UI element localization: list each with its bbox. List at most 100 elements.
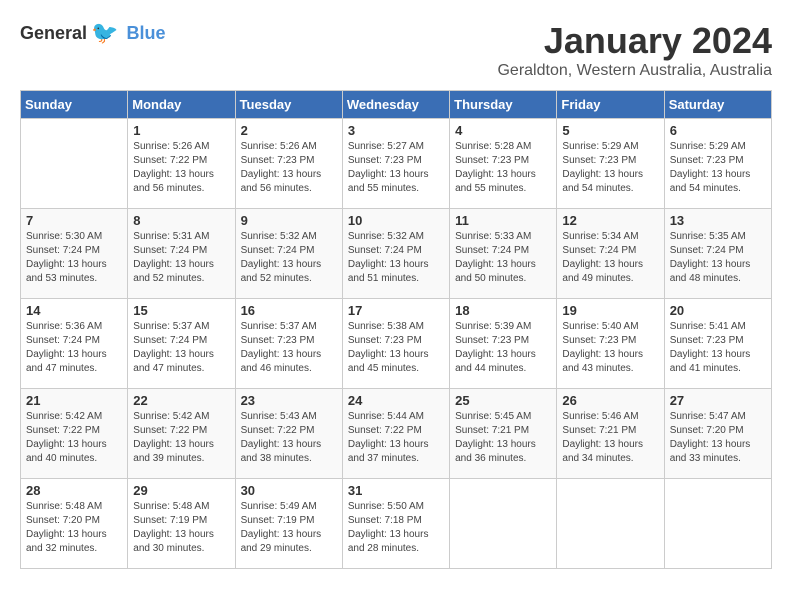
- day-number: 21: [26, 393, 122, 408]
- calendar-cell: 11 Sunrise: 5:33 AM Sunset: 7:24 PM Dayli…: [450, 209, 557, 299]
- location-subtitle: Geraldton, Western Australia, Australia: [497, 62, 772, 80]
- calendar-cell: 5 Sunrise: 5:29 AM Sunset: 7:23 PM Daylig…: [557, 119, 664, 209]
- calendar-cell: 14 Sunrise: 5:36 AM Sunset: 7:24 PM Dayli…: [21, 299, 128, 389]
- calendar-cell: [557, 479, 664, 569]
- logo-blue: Blue: [126, 23, 165, 44]
- day-detail: Sunrise: 5:36 AM Sunset: 7:24 PM Dayligh…: [26, 320, 122, 376]
- day-detail: Sunrise: 5:29 AM Sunset: 7:23 PM Dayligh…: [562, 140, 658, 196]
- calendar-week-row: 28 Sunrise: 5:48 AM Sunset: 7:20 PM Dayli…: [21, 479, 772, 569]
- day-number: 25: [455, 393, 551, 408]
- calendar-cell: 19 Sunrise: 5:40 AM Sunset: 7:23 PM Dayli…: [557, 299, 664, 389]
- day-number: 19: [562, 303, 658, 318]
- day-number: 20: [670, 303, 766, 318]
- day-detail: Sunrise: 5:48 AM Sunset: 7:19 PM Dayligh…: [133, 500, 229, 556]
- day-number: 1: [133, 123, 229, 138]
- month-year-title: January 2024: [497, 20, 772, 62]
- calendar-cell: 7Sunrise: 5:30 AM Sunset: 7:24 PM Daylig…: [21, 209, 128, 299]
- calendar-cell: 4Sunrise: 5:28 AM Sunset: 7:23 PM Daylig…: [450, 119, 557, 209]
- day-detail: Sunrise: 5:39 AM Sunset: 7:23 PM Dayligh…: [455, 320, 551, 376]
- day-number: 18: [455, 303, 551, 318]
- col-header-tuesday: Tuesday: [235, 91, 342, 119]
- calendar-cell: 31Sunrise: 5:50 AM Sunset: 7:18 PM Dayli…: [342, 479, 449, 569]
- calendar-cell: 25Sunrise: 5:45 AM Sunset: 7:21 PM Dayli…: [450, 389, 557, 479]
- day-detail: Sunrise: 5:47 AM Sunset: 7:20 PM Dayligh…: [670, 410, 766, 466]
- day-number: 24: [348, 393, 444, 408]
- day-number: 8: [133, 213, 229, 228]
- day-detail: Sunrise: 5:33 AM Sunset: 7:24 PM Dayligh…: [455, 230, 551, 286]
- day-number: 15: [133, 303, 229, 318]
- day-number: 28: [26, 483, 122, 498]
- calendar-week-row: 14 Sunrise: 5:36 AM Sunset: 7:24 PM Dayli…: [21, 299, 772, 389]
- day-detail: Sunrise: 5:48 AM Sunset: 7:20 PM Dayligh…: [26, 500, 122, 556]
- calendar-cell: 22 Sunrise: 5:42 AM Sunset: 7:22 PM Dayli…: [128, 389, 235, 479]
- day-detail: Sunrise: 5:27 AM Sunset: 7:23 PM Dayligh…: [348, 140, 444, 196]
- calendar-cell: 12 Sunrise: 5:34 AM Sunset: 7:24 PM Dayli…: [557, 209, 664, 299]
- day-detail: Sunrise: 5:26 AM Sunset: 7:23 PM Dayligh…: [241, 140, 337, 196]
- day-number: 17: [348, 303, 444, 318]
- day-detail: Sunrise: 5:35 AM Sunset: 7:24 PM Dayligh…: [670, 230, 766, 286]
- day-detail: Sunrise: 5:46 AM Sunset: 7:21 PM Dayligh…: [562, 410, 658, 466]
- calendar-week-row: 7Sunrise: 5:30 AM Sunset: 7:24 PM Daylig…: [21, 209, 772, 299]
- day-detail: Sunrise: 5:34 AM Sunset: 7:24 PM Dayligh…: [562, 230, 658, 286]
- day-detail: Sunrise: 5:42 AM Sunset: 7:22 PM Dayligh…: [26, 410, 122, 466]
- page-header: General 🐦 Blue January 2024 Geraldton, W…: [20, 20, 772, 80]
- day-number: 30: [241, 483, 337, 498]
- calendar-cell: 9 Sunrise: 5:32 AM Sunset: 7:24 PM Daylig…: [235, 209, 342, 299]
- col-header-sunday: Sunday: [21, 91, 128, 119]
- calendar-cell: 23 Sunrise: 5:43 AM Sunset: 7:22 PM Dayli…: [235, 389, 342, 479]
- day-detail: Sunrise: 5:37 AM Sunset: 7:23 PM Dayligh…: [241, 320, 337, 376]
- day-number: 31: [348, 483, 444, 498]
- day-detail: Sunrise: 5:32 AM Sunset: 7:24 PM Dayligh…: [348, 230, 444, 286]
- calendar-cell: 21 Sunrise: 5:42 AM Sunset: 7:22 PM Dayli…: [21, 389, 128, 479]
- day-number: 22: [133, 393, 229, 408]
- calendar-cell: 3 Sunrise: 5:27 AM Sunset: 7:23 PM Daylig…: [342, 119, 449, 209]
- day-number: 9: [241, 213, 337, 228]
- day-number: 10: [348, 213, 444, 228]
- day-number: 4: [455, 123, 551, 138]
- calendar-cell: 26 Sunrise: 5:46 AM Sunset: 7:21 PM Dayli…: [557, 389, 664, 479]
- calendar-header-row: SundayMondayTuesdayWednesdayThursdayFrid…: [21, 91, 772, 119]
- day-number: 13: [670, 213, 766, 228]
- col-header-saturday: Saturday: [664, 91, 771, 119]
- calendar-cell: 13 Sunrise: 5:35 AM Sunset: 7:24 PM Dayli…: [664, 209, 771, 299]
- day-detail: Sunrise: 5:42 AM Sunset: 7:22 PM Dayligh…: [133, 410, 229, 466]
- day-detail: Sunrise: 5:29 AM Sunset: 7:23 PM Dayligh…: [670, 140, 766, 196]
- day-detail: Sunrise: 5:49 AM Sunset: 7:19 PM Dayligh…: [241, 500, 337, 556]
- day-number: 14: [26, 303, 122, 318]
- title-block: January 2024 Geraldton, Western Australi…: [497, 20, 772, 80]
- day-number: 12: [562, 213, 658, 228]
- calendar-cell: 1Sunrise: 5:26 AM Sunset: 7:22 PM Daylig…: [128, 119, 235, 209]
- day-detail: Sunrise: 5:37 AM Sunset: 7:24 PM Dayligh…: [133, 320, 229, 376]
- day-number: 27: [670, 393, 766, 408]
- calendar-cell: 18 Sunrise: 5:39 AM Sunset: 7:23 PM Dayli…: [450, 299, 557, 389]
- calendar-cell: 2 Sunrise: 5:26 AM Sunset: 7:23 PM Daylig…: [235, 119, 342, 209]
- day-number: 23: [241, 393, 337, 408]
- calendar-cell: 29 Sunrise: 5:48 AM Sunset: 7:19 PM Dayli…: [128, 479, 235, 569]
- calendar-cell: 6 Sunrise: 5:29 AM Sunset: 7:23 PM Daylig…: [664, 119, 771, 209]
- calendar-cell: 27 Sunrise: 5:47 AM Sunset: 7:20 PM Dayli…: [664, 389, 771, 479]
- day-number: 26: [562, 393, 658, 408]
- day-number: 2: [241, 123, 337, 138]
- day-number: 3: [348, 123, 444, 138]
- col-header-friday: Friday: [557, 91, 664, 119]
- day-detail: Sunrise: 5:30 AM Sunset: 7:24 PM Dayligh…: [26, 230, 122, 286]
- calendar-cell: 30 Sunrise: 5:49 AM Sunset: 7:19 PM Dayli…: [235, 479, 342, 569]
- day-detail: Sunrise: 5:40 AM Sunset: 7:23 PM Dayligh…: [562, 320, 658, 376]
- day-number: 29: [133, 483, 229, 498]
- day-detail: Sunrise: 5:32 AM Sunset: 7:24 PM Dayligh…: [241, 230, 337, 286]
- calendar-week-row: 1Sunrise: 5:26 AM Sunset: 7:22 PM Daylig…: [21, 119, 772, 209]
- calendar-week-row: 21 Sunrise: 5:42 AM Sunset: 7:22 PM Dayli…: [21, 389, 772, 479]
- day-number: 11: [455, 213, 551, 228]
- day-number: 6: [670, 123, 766, 138]
- calendar-cell: 10 Sunrise: 5:32 AM Sunset: 7:24 PM Dayli…: [342, 209, 449, 299]
- calendar-cell: 24Sunrise: 5:44 AM Sunset: 7:22 PM Dayli…: [342, 389, 449, 479]
- calendar-cell: [450, 479, 557, 569]
- logo-bird-icon: 🐦: [91, 20, 118, 46]
- calendar-cell: 15 Sunrise: 5:37 AM Sunset: 7:24 PM Dayli…: [128, 299, 235, 389]
- calendar-cell: 16Sunrise: 5:37 AM Sunset: 7:23 PM Dayli…: [235, 299, 342, 389]
- logo-general: General: [20, 23, 87, 44]
- day-number: 5: [562, 123, 658, 138]
- day-detail: Sunrise: 5:43 AM Sunset: 7:22 PM Dayligh…: [241, 410, 337, 466]
- calendar-cell: [664, 479, 771, 569]
- day-detail: Sunrise: 5:31 AM Sunset: 7:24 PM Dayligh…: [133, 230, 229, 286]
